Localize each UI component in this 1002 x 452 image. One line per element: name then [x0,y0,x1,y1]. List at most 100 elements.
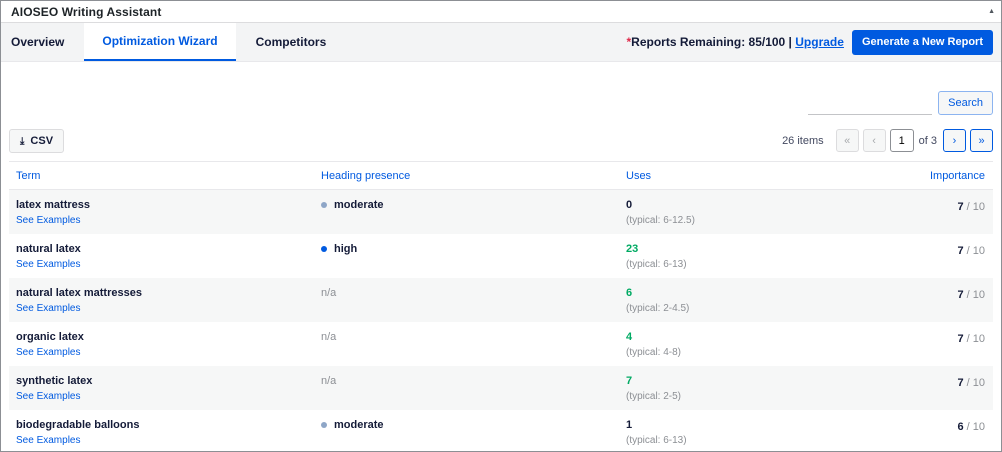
heading-presence-value: moderate [321,198,619,212]
upgrade-link[interactable]: Upgrade [795,35,844,49]
first-page-button[interactable]: « [835,129,859,152]
uses-cell: 4 (typical: 4-8) [619,330,909,360]
presence-dot-icon [321,422,327,428]
header-actions: *Reports Remaining: 85/100 | Upgrade Gen… [627,23,993,61]
uses-cell: 6 (typical: 2-4.5) [619,286,909,316]
term-label: latex mattress [16,199,90,211]
heading-presence-label: n/a [321,331,337,343]
column-uses[interactable]: Uses [619,170,909,182]
see-examples-link[interactable]: See Examples [16,390,314,404]
importance-cell: 7 / 10 [909,242,993,258]
term-cell: natural latex See Examples [9,242,314,272]
term-label: natural latex [16,243,81,255]
table-row: organic latex See Examples n/a 4 (typica… [9,322,993,366]
uses-count: 7 [626,375,633,387]
importance-cell: 7 / 10 [909,286,993,302]
table-header: Term Heading presence Uses Importance [9,162,993,190]
see-examples-link[interactable]: See Examples [16,346,314,360]
heading-presence-value: high [321,242,619,256]
last-page-button[interactable]: » [970,129,993,152]
heading-presence-label: high [334,243,358,255]
uses-count: 0 [626,199,633,211]
panel-title: AIOSEO Writing Assistant [11,4,162,19]
tabs-bar: Overview Optimization Wizard Competitors… [1,23,1001,62]
importance-cell: 7 / 10 [909,330,993,346]
term-cell: latex mattress See Examples [9,198,314,228]
uses-count: 4 [626,331,633,343]
heading-presence-cell: n/a [314,374,619,388]
term-label: synthetic latex [16,375,93,387]
see-examples-link[interactable]: See Examples [16,214,314,228]
panel-titlebar: AIOSEO Writing Assistant ▲ [1,1,1001,23]
heading-presence-cell: high [314,242,619,256]
term-label: natural latex mattresses [16,287,142,299]
term-cell: natural latex mattresses See Examples [9,286,314,316]
term-cell: synthetic latex See Examples [9,374,314,404]
see-examples-link[interactable]: See Examples [16,258,314,272]
csv-export-button[interactable]: ⤓ CSV [9,129,65,153]
search-row: Search [808,91,993,115]
column-term[interactable]: Term [9,170,314,182]
download-icon: ⤓ [20,135,25,147]
term-label: biodegradable balloons [16,419,140,431]
importance-cell: 6 / 10 [909,418,993,434]
typical-range: (typical: 2-4.5) [626,303,690,314]
heading-presence-cell: moderate [314,418,619,432]
table-row: biodegradable balloons See Examples mode… [9,410,993,451]
typical-range: (typical: 6-13) [626,435,687,446]
current-page-input[interactable] [889,129,914,152]
uses-cell: 1 (typical: 6-13) [619,418,909,448]
tab-optimization-wizard[interactable]: Optimization Wizard [84,23,236,61]
prev-page-button[interactable]: ‹ [862,129,886,152]
tab-list: Overview Optimization Wizard Competitors [1,23,346,61]
uses-cell: 0 (typical: 6-12.5) [619,198,909,228]
uses-cell: 7 (typical: 2-5) [619,374,909,404]
see-examples-link[interactable]: See Examples [16,302,314,316]
pagination: 26 items « ‹ of 3 › » [782,129,993,152]
presence-dot-icon [321,246,327,252]
heading-presence-label: moderate [334,199,384,211]
typical-range: (typical: 6-12.5) [626,215,695,226]
items-count: 26 items [782,134,824,147]
importance-value: 7 / 10 [957,245,985,257]
presence-dot-icon [321,202,327,208]
heading-presence-cell: n/a [314,286,619,300]
total-pages: of 3 [918,134,937,147]
column-importance[interactable]: Importance [909,170,993,182]
table-row: latex mattress See Examples moderate 0 (… [9,190,993,234]
tab-overview[interactable]: Overview [1,23,82,61]
term-cell: biodegradable balloons See Examples [9,418,314,448]
importance-cell: 7 / 10 [909,198,993,214]
importance-value: 7 / 10 [957,377,985,389]
see-examples-link[interactable]: See Examples [16,434,314,448]
tab-competitors[interactable]: Competitors [238,23,345,61]
collapse-caret-icon[interactable]: ▲ [988,8,995,15]
importance-value: 7 / 10 [957,289,985,301]
heading-presence-value: moderate [321,418,619,432]
uses-count: 1 [626,419,633,431]
uses-count: 23 [626,243,639,255]
typical-range: (typical: 6-13) [626,259,687,270]
table-row: natural latex See Examples high 23 (typi… [9,234,993,278]
importance-value: 7 / 10 [957,333,985,345]
next-page-button[interactable]: › [943,129,966,152]
keywords-table: Term Heading presence Uses Importance la… [9,161,993,451]
heading-presence-label: n/a [321,375,337,387]
heading-presence-cell: n/a [314,330,619,344]
heading-presence-label: n/a [321,287,337,299]
term-cell: organic latex See Examples [9,330,314,360]
table-row: synthetic latex See Examples n/a 7 (typi… [9,366,993,410]
search-input[interactable] [808,91,933,115]
importance-cell: 7 / 10 [909,374,993,390]
search-button[interactable]: Search [938,91,993,115]
table-body: latex mattress See Examples moderate 0 (… [9,190,993,451]
column-heading-presence[interactable]: Heading presence [314,170,619,182]
generate-report-button[interactable]: Generate a New Report [851,29,993,55]
heading-presence-label: moderate [334,419,384,431]
uses-count: 6 [626,287,633,299]
heading-presence-cell: moderate [314,198,619,212]
importance-value: 6 / 10 [957,421,985,433]
typical-range: (typical: 2-5) [626,391,682,402]
writing-assistant-panel: AIOSEO Writing Assistant ▲ Overview Opti… [0,0,1002,452]
csv-label: CSV [30,135,54,147]
